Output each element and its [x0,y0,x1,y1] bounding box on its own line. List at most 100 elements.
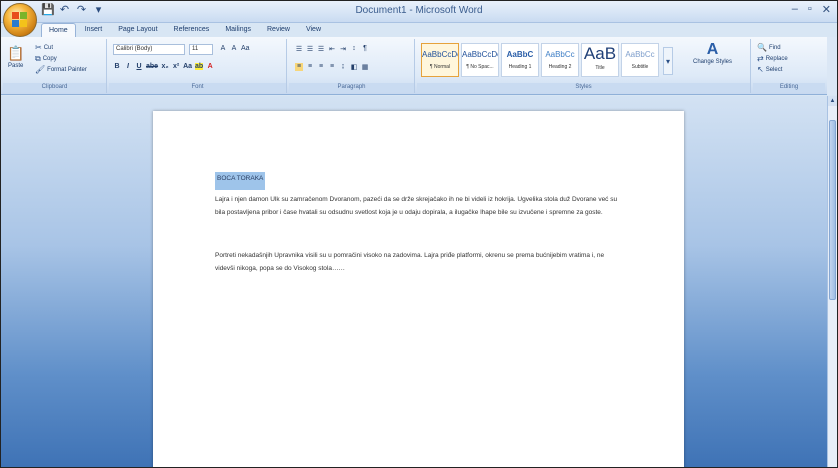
close-button[interactable]: ✕ [822,3,831,16]
paste-button[interactable]: 📋 Paste [7,45,24,69]
clipboard-group-label: Clipboard [3,83,106,92]
multilevel-list-button[interactable]: ☰ [317,45,325,53]
shrink-font-button[interactable]: A [230,45,238,52]
paragraph-tools-row2: ≡ ≡ ≡ ≡ ↨ ◧ ▦ [295,63,369,71]
document-area: BOCA TORAKA Lajra i njen damon Ulk su za… [1,96,827,467]
format-painter-button[interactable]: 🖌 Format Painter [35,65,87,74]
show-hide-button[interactable]: ¶ [361,45,369,53]
justify-button[interactable]: ≡ [328,63,336,71]
help-button-area [827,37,837,95]
borders-button[interactable]: ▦ [361,63,369,71]
styles-gallery-scroll[interactable]: ▾ [663,47,673,75]
align-right-button[interactable]: ≡ [317,63,325,71]
paragraph-group: ☰ ☰ ☰ ⇤ ⇥ ↕ ¶ ≡ ≡ ≡ ≡ ↨ ◧ ▦ Paragraph [289,39,415,93]
styles-group-label: Styles [417,83,750,92]
tab-references[interactable]: References [167,23,217,37]
font-size-field[interactable]: 11 [189,44,213,55]
select-label: Select [765,66,783,73]
bullets-button[interactable]: ☰ [295,45,303,53]
vertical-scrollbar[interactable]: ▲ [827,96,837,467]
replace-icon: ⇄ [757,54,764,63]
change-styles-button[interactable]: A Change Styles [693,41,732,65]
tab-home[interactable]: Home [41,23,76,37]
tab-review[interactable]: Review [260,23,297,37]
subscript-button[interactable]: x₂ [161,63,169,70]
document-paragraph-1[interactable]: Lajra i njen damon Ulk su zamračenom Dvo… [215,193,625,219]
change-case-button-2[interactable]: Aa [183,63,192,70]
style-sample: AaBbCc [625,50,655,59]
paintbrush-icon: 🖌 [35,65,46,74]
ribbon: 📋 Paste ✂ Cut ⧉ Copy 🖌 Format Painter Cl… [1,37,837,95]
maximize-button[interactable]: ▫ [808,3,812,16]
line-spacing-button[interactable]: ↨ [339,63,347,71]
save-icon[interactable]: 💾 [41,4,55,17]
style-heading-1[interactable]: AaBbC Heading 1 [501,43,539,77]
sort-button[interactable]: ↕ [350,45,358,53]
clipboard-group: 📋 Paste ✂ Cut ⧉ Copy 🖌 Format Painter Cl… [3,39,107,93]
find-button[interactable]: 🔍 Find [757,43,781,52]
bold-button[interactable]: B [113,63,121,70]
styles-group: AaBbCcDc ¶ Normal AaBbCcDc ¶ No Spac... … [417,39,751,93]
cursor-icon: ↖ [757,65,764,74]
font-name-field[interactable]: Calibri (Body) [113,44,185,55]
redo-icon[interactable]: ↷ [75,4,88,17]
shading-button[interactable]: ◧ [350,63,358,71]
quick-access-toolbar: 💾 ↶ ↷ ▾ [41,4,105,17]
customize-qat-icon[interactable]: ▾ [92,4,105,17]
scissors-icon: ✂ [35,43,42,52]
editing-group: 🔍 Find ⇄ Replace ↖ Select Editing [753,39,825,93]
style-no-spacing[interactable]: AaBbCcDc ¶ No Spac... [461,43,499,77]
document-paragraph-2[interactable]: Portreti nekadašnjih Upravnika visili su… [215,249,625,275]
strikethrough-button[interactable]: abe [146,63,158,70]
increase-indent-button[interactable]: ⇥ [339,45,347,53]
scroll-up-icon[interactable]: ▲ [828,96,837,106]
highlight-button[interactable]: ab [195,63,204,70]
scroll-thumb[interactable] [829,120,836,300]
align-center-button[interactable]: ≡ [306,63,314,71]
chevron-down-icon: ▾ [665,56,670,66]
office-button[interactable] [3,3,37,37]
style-normal[interactable]: AaBbCcDc ¶ Normal [421,43,459,77]
style-name: ¶ Normal [429,64,451,70]
underline-button[interactable]: U [135,63,143,70]
find-label: Find [768,44,781,51]
superscript-button[interactable]: x² [172,63,180,70]
font-color-button[interactable]: A [206,63,214,70]
style-name: Heading 2 [548,64,572,70]
undo-icon[interactable]: ↶ [58,4,71,17]
style-subtitle[interactable]: AaBbCc Subtitle [621,43,659,77]
change-case-button[interactable]: Aa [241,45,250,52]
copy-button[interactable]: ⧉ Copy [35,54,57,64]
office-logo-icon [12,12,28,28]
paragraph-tools-row1: ☰ ☰ ☰ ⇤ ⇥ ↕ ¶ [295,45,369,53]
word-window: Document1 - Microsoft Word 💾 ↶ ↷ ▾ – ▫ ✕… [0,0,838,468]
replace-button[interactable]: ⇄ Replace [757,54,788,63]
align-left-button[interactable]: ≡ [295,63,303,71]
tab-view[interactable]: View [299,23,328,37]
grow-font-button[interactable]: A [219,45,227,52]
paragraph-group-label: Paragraph [289,83,414,92]
cut-button[interactable]: ✂ Cut [35,43,53,52]
select-button[interactable]: ↖ Select [757,65,782,74]
style-heading-2[interactable]: AaBbCc Heading 2 [541,43,579,77]
cut-label: Cut [43,44,54,51]
document-title-selected[interactable]: BOCA TORAKA [215,172,266,190]
italic-button[interactable]: I [124,63,132,70]
font-group-label: Font [109,83,286,92]
style-title[interactable]: AaB Title [581,43,619,77]
decrease-indent-button[interactable]: ⇤ [328,45,336,53]
paste-label: Paste [8,63,24,69]
numbering-button[interactable]: ☰ [306,45,314,53]
minimize-button[interactable]: – [792,3,798,16]
font-tools-row1: A A Aa [219,45,250,52]
tab-insert[interactable]: Insert [78,23,110,37]
style-name: Title [595,65,605,71]
clipboard-icon: 📋 [7,45,25,61]
style-sample: AaBbCcDc [422,50,458,59]
editing-group-label: Editing [753,83,825,92]
document-page[interactable]: BOCA TORAKA Lajra i njen damon Ulk su za… [153,111,684,467]
tab-mailings[interactable]: Mailings [218,23,258,37]
tab-page-layout[interactable]: Page Layout [111,23,164,37]
title-bar: Document1 - Microsoft Word 💾 ↶ ↷ ▾ – ▫ ✕ [1,1,837,23]
style-name: Subtitle [631,64,649,70]
